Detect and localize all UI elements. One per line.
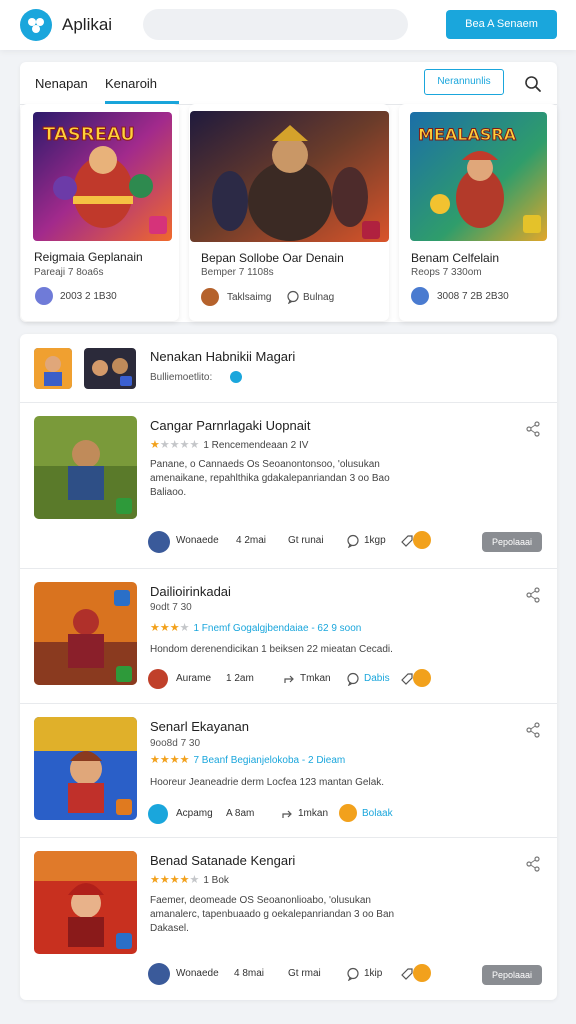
game-title[interactable]: Cangar Parnrlagaki Uopnait (150, 418, 310, 433)
card-meta: Bulnag (303, 292, 335, 303)
status-link[interactable]: Dabis (364, 673, 390, 684)
game-thumbnail (190, 111, 389, 242)
card-meta: 3008 7 2B 2B30 (437, 291, 509, 302)
header-thumb (34, 348, 72, 389)
game-description: Hondom derenendicikan 1 beiksen 22 mieat… (150, 644, 393, 655)
coin-icon (339, 804, 357, 822)
game-thumbnail: MEALASRA (410, 112, 547, 241)
card-title: Bepan Sollobe Oar Denain (201, 251, 344, 265)
featured-card[interactable]: TASREAU Reigmaia Geplanain Pareaji 7 8oa… (21, 104, 179, 321)
avatar (201, 288, 219, 306)
thumbnail-logo-text: TASREAU (43, 124, 135, 145)
top-bar: Aplikai Bea A Senaem (0, 0, 576, 50)
coin-icon (413, 669, 431, 687)
verified-icon (230, 371, 242, 383)
list-header-title: Nenakan Habnikii Magari (150, 349, 296, 364)
coin-icon (413, 531, 431, 549)
card-meta: Taklsaimg (227, 292, 272, 303)
card-subtitle: Bemper 7 1108s (201, 267, 274, 278)
share-icon[interactable] (525, 856, 541, 872)
avatar (411, 287, 429, 305)
filter-button[interactable]: Nerannunlis (424, 69, 504, 95)
featured-card[interactable]: Bepan Sollobe Oar Denain Bemper 7 1108s … (189, 104, 389, 321)
game-subtitle: 9odt 7 30 (150, 602, 192, 613)
author-name: Wonaede (176, 535, 219, 546)
time-label: A 8am (226, 808, 255, 819)
featured-card[interactable]: MEALASRA Benam Celfelain Reops 7 330om 3… (399, 104, 557, 321)
game-thumbnail[interactable] (34, 416, 137, 519)
status-link[interactable]: Bolaak (362, 808, 393, 819)
divider (20, 402, 557, 403)
game-title[interactable]: Senarl Ekayanan (150, 719, 249, 734)
status-button[interactable]: Pepolaaai (482, 532, 542, 552)
author-name: Aurame (176, 673, 212, 684)
rating: ★★★★★ 1 Rencemendeaan 2 IV (150, 439, 309, 451)
comment-count[interactable]: Gt runai (288, 535, 324, 546)
avatar (148, 531, 170, 553)
coin-icon (413, 964, 431, 982)
time-label: 4 2mai (236, 535, 267, 546)
rating: ★★★★★ 1 Bok (150, 874, 229, 886)
time-label: 1 2am (226, 673, 254, 684)
card-title: Benam Celfelain (411, 251, 500, 265)
search-input[interactable] (143, 9, 408, 40)
app-logo-icon[interactable] (20, 9, 52, 41)
avatar (148, 804, 168, 824)
tag-icon[interactable] (400, 534, 414, 548)
game-title[interactable]: Benad Satanade Kengari (150, 853, 295, 868)
author-name: Wonaede (176, 968, 219, 979)
status-button[interactable]: Pepolaaai (482, 965, 542, 985)
avatar (148, 669, 168, 689)
card-subtitle: Reops 7 330om (411, 267, 482, 278)
game-title[interactable]: Dailioirinkadai (150, 584, 231, 599)
game-thumbnail[interactable] (34, 582, 137, 685)
avatar (35, 287, 53, 305)
like-count[interactable]: 1kip (364, 968, 382, 979)
share-small-icon[interactable] (282, 672, 296, 686)
game-subtitle: 9oo8d 7 30 (150, 738, 201, 749)
game-description: Faemer, deomeade OS Seoanonlioabo, 'olus… (150, 895, 395, 934)
card-subtitle: Pareaji 7 8oa6s (34, 267, 104, 278)
comment-count[interactable]: 1mkan (298, 808, 328, 819)
tab-nenapan[interactable]: Nenapan (35, 76, 88, 91)
game-description: Panane, o Cannaeds Os Seoanontonsoo, 'ol… (150, 459, 390, 498)
tab-kenaroih[interactable]: Kenaroih (105, 76, 157, 91)
comment-icon[interactable] (286, 290, 300, 304)
rating: ★★★★ 7 Beanf Begianjelokoba - 2 Dieam (150, 754, 346, 766)
author-name: Acpamg (176, 808, 213, 819)
header-action-button[interactable]: Bea A Senaem (446, 10, 557, 39)
comment-icon[interactable] (346, 534, 360, 548)
game-thumbnail[interactable] (34, 717, 137, 820)
share-icon[interactable] (525, 587, 541, 603)
app-name: Aplikai (62, 15, 113, 34)
list-header-subtitle: Bulliemoetlito: (150, 372, 213, 383)
divider (20, 568, 557, 569)
search-icon[interactable] (523, 74, 543, 94)
like-count[interactable]: 1kgp (364, 535, 386, 546)
game-thumbnail[interactable] (34, 851, 137, 954)
thumbnail-logo-text: MEALASRA (418, 125, 517, 144)
card-title: Reigmaia Geplanain (34, 250, 143, 264)
comment-icon[interactable] (346, 672, 360, 686)
tag-icon[interactable] (400, 967, 414, 981)
card-meta: 2003 2 1B30 (60, 291, 117, 302)
avatar (148, 963, 170, 985)
comment-icon[interactable] (346, 967, 360, 981)
comment-count[interactable]: Gt rmai (288, 968, 321, 979)
share-icon[interactable] (525, 421, 541, 437)
game-description: Hooreur Jeaneadrie derm Locfea 123 manta… (150, 777, 385, 788)
divider (20, 703, 557, 704)
tag-icon[interactable] (400, 672, 414, 686)
share-icon[interactable] (525, 722, 541, 738)
game-thumbnail: TASREAU (33, 112, 172, 241)
game-list-panel: Nenakan Habnikii Magari Bulliemoetlito: … (20, 334, 557, 1000)
comment-count[interactable]: Tmkan (300, 673, 331, 684)
time-label: 4 8mai (234, 968, 265, 979)
share-small-icon[interactable] (280, 807, 294, 821)
divider (20, 837, 557, 838)
header-thumb (84, 348, 136, 389)
rating: ★★★★ 1 Fnemf Gogalgjbendaiae - 62 9 soon (150, 622, 362, 634)
